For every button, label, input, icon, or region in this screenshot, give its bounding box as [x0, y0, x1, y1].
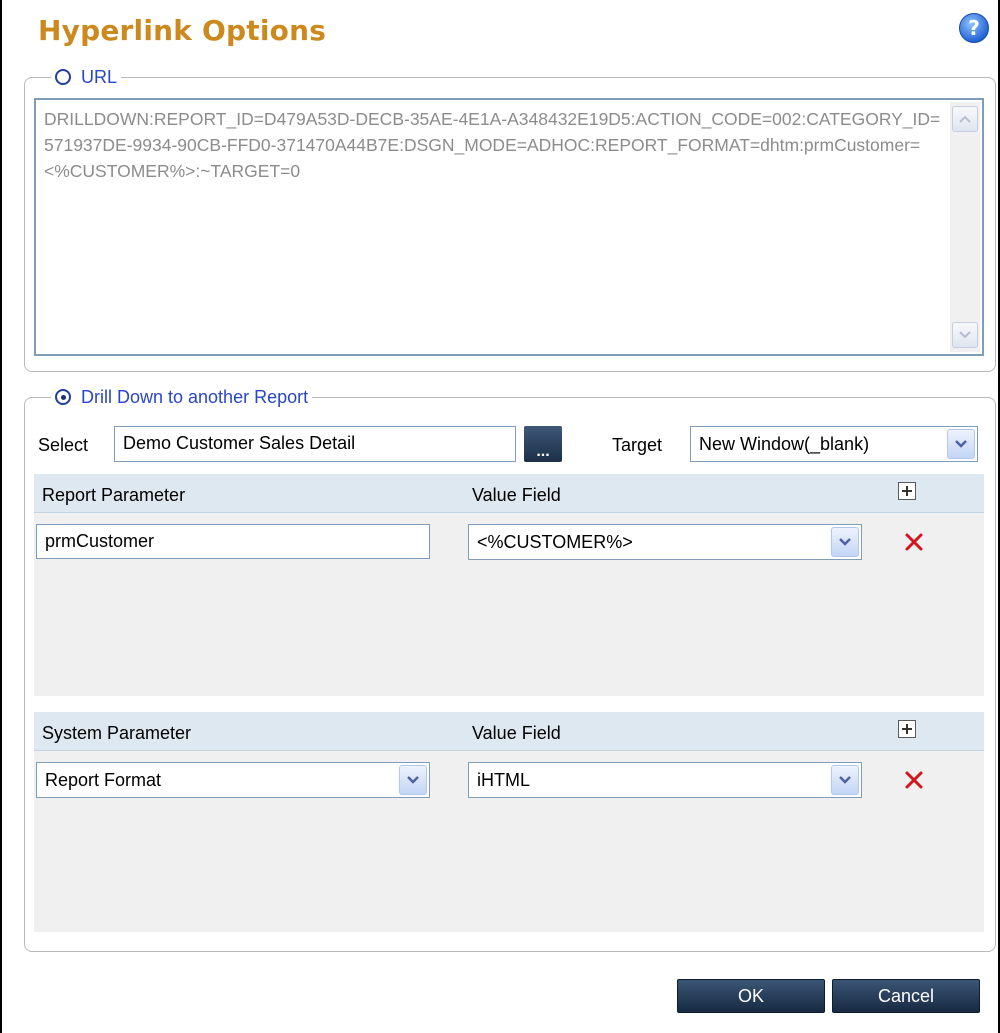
chevron-down-icon: [839, 538, 851, 546]
report-value-selected: <%CUSTOMER%>: [477, 532, 633, 552]
system-parameter-panel: System Parameter Value Field Report Form…: [34, 712, 984, 932]
add-system-parameter-icon[interactable]: [898, 720, 916, 738]
drilldown-radio[interactable]: [55, 389, 71, 405]
report-value-column: Value Field: [472, 485, 561, 505]
scroll-up-button[interactable]: [952, 106, 978, 132]
url-legend-label: URL: [81, 67, 118, 87]
scroll-down-button[interactable]: [952, 322, 978, 348]
system-parameter-dropdown[interactable]: Report Format: [36, 762, 430, 798]
system-value-column: Value Field: [472, 723, 561, 743]
delete-report-parameter-icon[interactable]: [904, 532, 924, 552]
add-report-parameter-icon[interactable]: [898, 482, 916, 500]
system-parameter-dropdown-button[interactable]: [399, 765, 427, 795]
system-value-dropdown[interactable]: iHTML: [468, 762, 862, 798]
svg-text:?: ?: [968, 16, 980, 40]
report-parameter-panel: Report Parameter Value Field prmCustomer…: [34, 474, 984, 696]
chevron-down-icon: [407, 776, 419, 784]
url-legend: URL: [51, 66, 121, 88]
ok-button[interactable]: OK: [677, 979, 825, 1013]
drilldown-legend: Drill Down to another Report: [51, 386, 312, 408]
target-dropdown[interactable]: New Window(_blank): [690, 426, 978, 462]
chevron-down-icon: [839, 776, 851, 784]
delete-system-parameter-icon[interactable]: [904, 770, 924, 790]
chevron-up-icon: [959, 115, 971, 123]
help-icon[interactable]: ?: [958, 12, 990, 44]
system-value-selected: iHTML: [477, 770, 530, 790]
report-select-field[interactable]: Demo Customer Sales Detail: [114, 426, 516, 462]
window-border-left: [0, 0, 2, 1033]
chevron-down-icon: [959, 331, 971, 339]
system-value-dropdown-button[interactable]: [831, 765, 859, 795]
browse-report-button[interactable]: ...: [524, 426, 562, 462]
system-parameter-header: System Parameter Value Field: [34, 712, 984, 751]
url-text: DRILLDOWN:REPORT_ID=D479A53D-DECB-35AE-4…: [44, 109, 941, 181]
cancel-button[interactable]: Cancel: [832, 979, 980, 1013]
url-textarea[interactable]: DRILLDOWN:REPORT_ID=D479A53D-DECB-35AE-4…: [34, 98, 984, 356]
drilldown-legend-label: Drill Down to another Report: [81, 387, 309, 407]
report-parameter-column: Report Parameter: [42, 485, 186, 505]
system-parameter-selected: Report Format: [45, 770, 162, 790]
report-value-dropdown-button[interactable]: [831, 527, 859, 557]
url-radio[interactable]: [55, 69, 71, 85]
report-parameter-header: Report Parameter Value Field: [34, 474, 984, 513]
url-scrollbar[interactable]: [950, 102, 980, 352]
report-parameter-input[interactable]: prmCustomer: [36, 524, 430, 559]
target-dropdown-button[interactable]: [947, 429, 975, 459]
target-label: Target: [612, 435, 663, 455]
target-value: New Window(_blank): [699, 434, 870, 454]
dialog-title: Hyperlink Options: [38, 14, 327, 47]
chevron-down-icon: [955, 440, 967, 448]
select-label: Select: [38, 435, 89, 455]
system-parameter-column: System Parameter: [42, 723, 192, 743]
report-value-dropdown[interactable]: <%CUSTOMER%>: [468, 524, 862, 560]
